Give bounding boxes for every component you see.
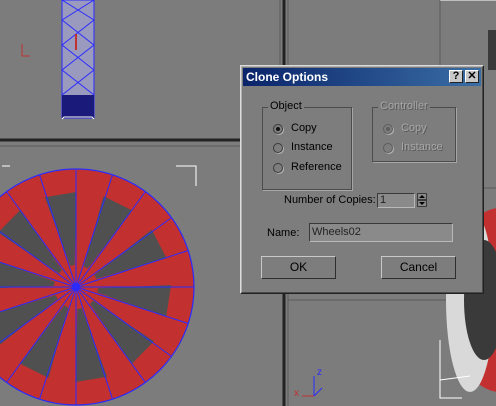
close-button[interactable]: ✕ xyxy=(465,70,479,83)
controller-copy-label: Copy xyxy=(401,122,427,134)
ok-button[interactable]: OK xyxy=(261,256,336,279)
object-reference-radio[interactable] xyxy=(273,163,283,173)
object-copy-radio[interactable] xyxy=(273,124,283,134)
object-group: Object Copy Instance Reference xyxy=(262,100,352,190)
controller-copy-radio xyxy=(383,124,393,134)
spinner-up-icon[interactable] xyxy=(417,193,427,200)
wheel-side-wireframe xyxy=(61,0,95,120)
object-copy-label[interactable]: Copy xyxy=(291,122,317,134)
name-label: Name: xyxy=(267,227,300,239)
spinner-down-icon[interactable] xyxy=(417,200,427,207)
controller-group-label: Controller xyxy=(378,100,430,112)
dialog-title: Clone Options xyxy=(246,70,328,84)
clone-options-dialog: Clone Options ? ✕ Object Copy Instance R… xyxy=(240,65,484,294)
dialog-titlebar[interactable]: Clone Options ? ✕ xyxy=(243,68,481,86)
copies-spinner-input[interactable]: 1 xyxy=(377,193,415,208)
object-reference-label[interactable]: Reference xyxy=(291,161,342,173)
name-input[interactable]: Wheels02 xyxy=(309,223,453,242)
copies-spinner[interactable] xyxy=(417,193,427,208)
copies-label: Number of Copies: xyxy=(284,194,376,206)
controller-instance-radio xyxy=(383,143,393,153)
cancel-button[interactable]: Cancel xyxy=(381,256,456,279)
object-instance-radio[interactable] xyxy=(273,143,283,153)
controller-instance-label: Instance xyxy=(401,141,443,153)
help-button[interactable]: ? xyxy=(449,70,463,83)
object-instance-label[interactable]: Instance xyxy=(291,141,333,153)
controller-group: Controller Copy Instance xyxy=(372,100,456,162)
axis-x-label: x xyxy=(294,388,299,399)
axis-z-label: z xyxy=(317,367,322,378)
object-group-label: Object xyxy=(268,100,304,112)
